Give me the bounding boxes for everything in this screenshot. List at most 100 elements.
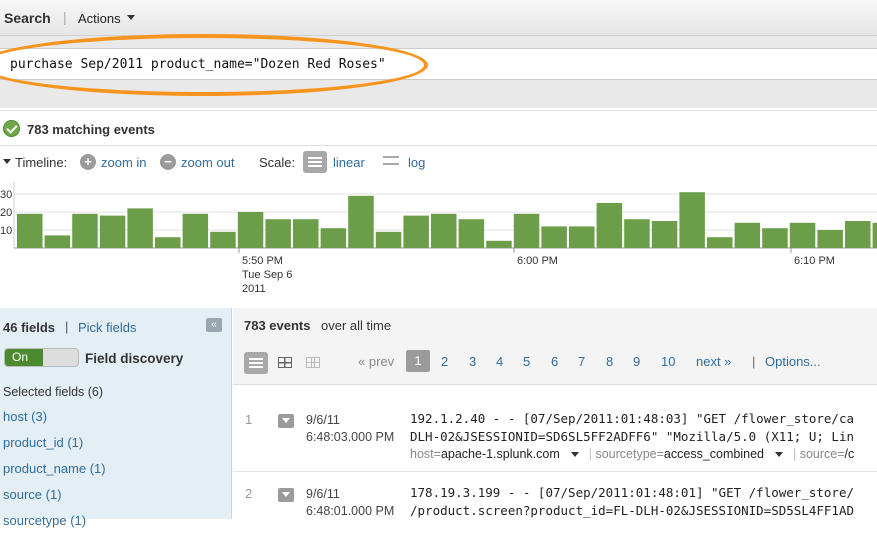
event-row: 1 9/6/11 6:48:03.000 PM 192.1.2.40 - - […: [233, 400, 877, 472]
app-title[interactable]: Search: [4, 10, 51, 26]
timeline-bar[interactable]: [734, 222, 761, 248]
chevron-down-icon[interactable]: [571, 452, 580, 457]
timeline-bar[interactable]: [679, 192, 705, 248]
table-view-icon[interactable]: [273, 352, 297, 374]
y-tick-label: 30: [0, 189, 12, 201]
timeline-bar[interactable]: [486, 240, 512, 248]
timeline-bar[interactable]: [237, 212, 264, 248]
x-tick-label: 5:50 PM: [242, 255, 283, 267]
event-menu-icon[interactable]: [278, 414, 294, 428]
linear-scale-icon[interactable]: [303, 151, 327, 173]
timeline-bar[interactable]: [72, 213, 98, 248]
page-6[interactable]: 6: [551, 354, 558, 369]
timeline-bar[interactable]: [210, 231, 236, 248]
list-view-icon[interactable]: [244, 352, 268, 374]
timeline-bar[interactable]: [403, 215, 429, 248]
timeline-bar[interactable]: [569, 226, 595, 248]
event-date: 9/6/11: [306, 413, 340, 427]
page-4[interactable]: 4: [496, 354, 503, 369]
timeline-bar[interactable]: [17, 213, 43, 248]
page-7[interactable]: 7: [578, 354, 585, 369]
host-value[interactable]: apache-1.splunk.com: [441, 447, 560, 461]
field-product-id[interactable]: product_id (1): [3, 435, 83, 450]
x-tick-label: 6:00 PM: [517, 255, 558, 267]
sourcetype-value[interactable]: access_combined: [664, 447, 764, 461]
field-sourcetype[interactable]: sourcetype (1): [3, 513, 86, 528]
chevron-down-icon[interactable]: [775, 452, 784, 457]
pick-fields-link[interactable]: Pick fields: [78, 320, 137, 335]
zoom-out-icon[interactable]: −: [160, 154, 176, 170]
events-range: over all time: [321, 318, 392, 333]
page-1[interactable]: 1: [406, 350, 430, 372]
prev-page-link[interactable]: « prev: [358, 354, 394, 369]
page-10[interactable]: 10: [661, 354, 675, 369]
timeline-bar[interactable]: [817, 230, 843, 248]
event-menu-icon[interactable]: [278, 488, 294, 502]
field-host[interactable]: host (3): [3, 409, 47, 424]
event-raw-line-2: /product.screen?product_id=FL-DLH-02&JSE…: [410, 503, 855, 518]
timeline-bar[interactable]: [872, 222, 877, 248]
event-number: 1: [245, 412, 253, 427]
event-fields: host=apache-1.splunk.com | sourcetype=ac…: [410, 447, 855, 461]
timeline-bar[interactable]: [762, 228, 788, 248]
timeline-bar[interactable]: [541, 226, 567, 248]
page-9[interactable]: 9: [633, 354, 640, 369]
timeline-bar[interactable]: [44, 235, 71, 248]
event-raw-line-2: DLH-02&JSESSIONID=SD6SL5FF2ADFF6" "Mozil…: [410, 429, 855, 444]
timeline-bar[interactable]: [182, 213, 209, 248]
log-scale-icon[interactable]: [381, 154, 401, 168]
timeline-bar[interactable]: [293, 219, 319, 248]
fields-separator: |: [65, 319, 69, 334]
linear-scale-link[interactable]: linear: [333, 155, 365, 170]
timeline-controls: Timeline: + zoom in − zoom out Scale: li…: [0, 148, 877, 182]
zoom-in-icon[interactable]: +: [80, 154, 96, 170]
timeline-bar[interactable]: [789, 222, 816, 248]
zoom-out-link[interactable]: zoom out: [181, 155, 234, 170]
event-timestamp: 9/6/11 6:48:01.000 PM: [306, 486, 394, 520]
timeline-bar[interactable]: [431, 213, 457, 248]
options-link[interactable]: Options...: [765, 354, 821, 369]
events-count: 783 events: [244, 318, 311, 333]
page-2[interactable]: 2: [441, 354, 448, 369]
timeline-bar[interactable]: [845, 221, 871, 248]
timeline-bar[interactable]: [624, 219, 650, 248]
timeline-bar[interactable]: [127, 208, 153, 248]
collapse-sidebar-icon[interactable]: «: [206, 318, 222, 332]
actions-menu[interactable]: Actions: [78, 11, 121, 26]
fields-sidebar: 46 fields | Pick fields « On Field disco…: [0, 308, 232, 528]
timeline-bar[interactable]: [375, 231, 402, 248]
timeline-bar[interactable]: [320, 228, 347, 248]
timeline-collapse-icon[interactable]: [3, 159, 11, 164]
events-header: 783 events over all time « prev 1 2 3 4 …: [233, 308, 877, 385]
page-8[interactable]: 8: [606, 354, 613, 369]
next-page-link[interactable]: next »: [696, 354, 731, 369]
chevron-down-icon[interactable]: [127, 15, 135, 20]
nav-separator: |: [63, 9, 67, 25]
timeline-bar[interactable]: [513, 213, 540, 248]
field-discovery-toggle[interactable]: On: [4, 348, 79, 367]
field-product-name[interactable]: product_name (1): [3, 461, 106, 476]
timeline-bar[interactable]: [348, 195, 374, 248]
timeline-bar[interactable]: [596, 203, 623, 248]
field-source[interactable]: source (1): [3, 487, 62, 502]
log-scale-link[interactable]: log: [408, 155, 425, 170]
events-panel: 783 events over all time « prev 1 2 3 4 …: [233, 308, 877, 519]
toggle-on-label: On: [5, 349, 43, 366]
timeline-bar[interactable]: [265, 219, 291, 248]
timeline-bar[interactable]: [99, 215, 126, 248]
field-discovery-label: Field discovery: [85, 351, 184, 366]
timeline-bar[interactable]: [707, 237, 733, 248]
event-row: 2 9/6/11 6:48:01.000 PM 178.19.3.199 - -…: [233, 474, 877, 534]
chart-view-icon[interactable]: [301, 352, 325, 374]
source-value[interactable]: /c: [845, 447, 855, 461]
page-3[interactable]: 3: [469, 354, 476, 369]
sourcetype-key: sourcetype=: [595, 447, 664, 461]
x-tick-label: Tue Sep 6: [242, 269, 292, 281]
timeline-bar[interactable]: [155, 237, 181, 248]
timeline-bar[interactable]: [458, 219, 485, 248]
zoom-in-link[interactable]: zoom in: [101, 155, 147, 170]
timeline-chart[interactable]: 30 20 10 5:50 PM Tue Sep 6 2011 6:00 PM 6:10 PM: [0, 182, 877, 307]
timeline-bar[interactable]: [651, 221, 678, 248]
page-5[interactable]: 5: [523, 354, 530, 369]
options-separator: |: [752, 354, 756, 369]
